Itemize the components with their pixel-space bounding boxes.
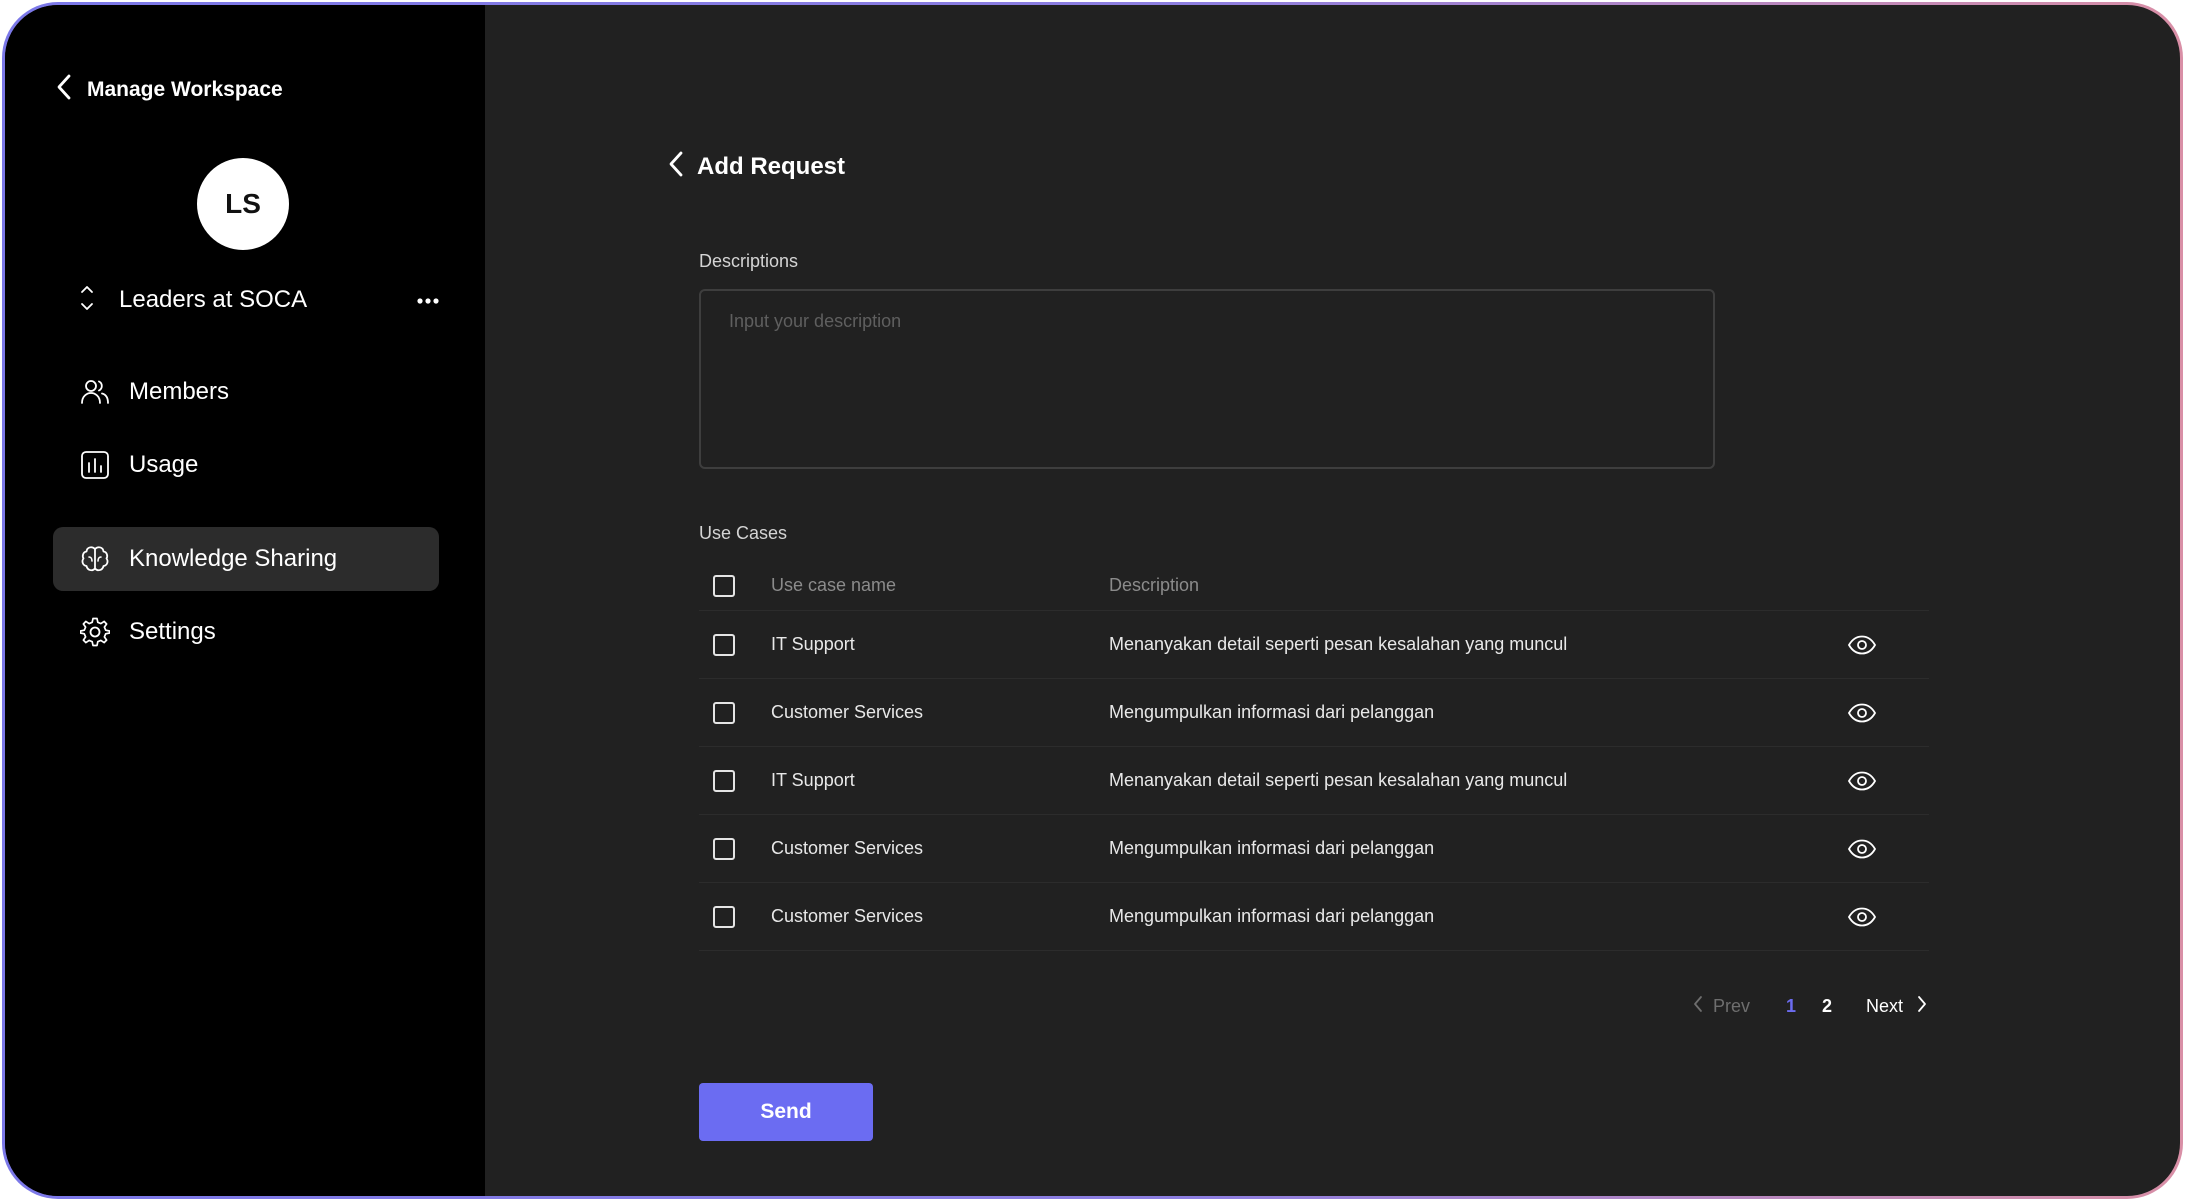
page-header: Add Request — [667, 149, 845, 184]
workspace-name: Leaders at SOCA — [119, 286, 308, 313]
use-case-name: Customer Services — [771, 702, 924, 722]
chevron-up-down-icon — [79, 283, 95, 318]
eye-icon[interactable] — [1847, 839, 1877, 859]
next-label: Next — [1866, 996, 1904, 1016]
workspace-switcher[interactable]: Leaders at SOCA — [79, 279, 439, 321]
row-checkbox[interactable] — [713, 633, 735, 656]
row-checkbox[interactable] — [713, 769, 735, 792]
row-checkbox[interactable] — [713, 701, 735, 724]
usage-icon — [79, 449, 111, 481]
sidebar-title: Manage Workspace — [87, 77, 283, 101]
row-checkbox[interactable] — [713, 905, 735, 928]
column-header-name: Use case name — [771, 575, 897, 595]
sidebar: Manage Workspace LS Leaders at SOCA Memb… — [5, 5, 485, 1196]
main-content: Add Request Descriptions Use Cases Use c… — [485, 5, 2180, 1196]
brain-icon — [79, 543, 111, 575]
eye-icon[interactable] — [1847, 635, 1877, 655]
next-page-button[interactable]: Next — [1866, 995, 1927, 1018]
sidebar-item-label: Usage — [129, 451, 199, 478]
table-row: Customer Services Mengumpulkan informasi… — [699, 883, 1929, 951]
table-row: Customer Services Mengumpulkan informasi… — [699, 679, 1929, 747]
use-case-name: IT Support — [771, 770, 855, 790]
manage-workspace-back[interactable]: Manage Workspace — [55, 73, 283, 106]
use-case-description: Mengumpulkan informasi dari pelanggan — [1109, 702, 1435, 722]
page-number-1[interactable]: 1 — [1786, 996, 1796, 1017]
sidebar-item-settings[interactable]: Settings — [53, 600, 439, 664]
pagination: Prev 1 2 Next — [1693, 995, 1927, 1018]
row-checkbox[interactable] — [713, 837, 735, 860]
gear-icon — [79, 616, 111, 648]
table-row: IT Support Menanyakan detail seperti pes… — [699, 611, 1929, 679]
select-all-checkbox[interactable] — [713, 575, 735, 597]
back-chevron-icon[interactable] — [667, 149, 685, 184]
chevron-left-icon — [55, 73, 73, 106]
use-case-description: Mengumpulkan informasi dari pelanggan — [1109, 906, 1435, 926]
sidebar-item-usage[interactable]: Usage — [53, 433, 439, 497]
sidebar-item-label: Settings — [129, 618, 216, 645]
avatar: LS — [197, 158, 289, 250]
sidebar-item-label: Knowledge Sharing — [129, 545, 338, 572]
sidebar-item-label: Members — [129, 378, 230, 405]
use-cases-table: Use case name Description IT Support Men… — [699, 561, 1929, 951]
column-header-description: Description — [1109, 575, 1200, 595]
app-screen: Manage Workspace LS Leaders at SOCA Memb… — [5, 5, 2180, 1196]
use-case-description: Menanyakan detail seperti pesan kesalaha… — [1109, 634, 1568, 654]
table-row: Customer Services Mengumpulkan informasi… — [699, 815, 1929, 883]
use-cases-label: Use Cases — [699, 523, 788, 543]
page-number-2[interactable]: 2 — [1822, 996, 1832, 1017]
chevron-left-icon — [1693, 995, 1703, 1018]
chevron-right-icon — [1917, 995, 1927, 1018]
device-frame: Manage Workspace LS Leaders at SOCA Memb… — [2, 2, 2183, 1199]
use-case-description: Menanyakan detail seperti pesan kesalaha… — [1109, 770, 1568, 790]
eye-icon[interactable] — [1847, 703, 1877, 723]
prev-label: Prev — [1713, 996, 1751, 1016]
use-case-name: Customer Services — [771, 906, 924, 926]
send-button[interactable]: Send — [699, 1083, 873, 1141]
use-case-description: Mengumpulkan informasi dari pelanggan — [1109, 838, 1435, 858]
eye-icon[interactable] — [1847, 771, 1877, 791]
table-header-row: Use case name Description — [699, 561, 1929, 611]
use-case-name: Customer Services — [771, 838, 924, 858]
members-icon — [79, 376, 111, 408]
page-title: Add Request — [697, 152, 846, 180]
more-options-icon[interactable] — [417, 287, 439, 316]
prev-page-button[interactable]: Prev — [1693, 995, 1750, 1018]
descriptions-input[interactable] — [699, 289, 1715, 469]
table-row: IT Support Menanyakan detail seperti pes… — [699, 747, 1929, 815]
use-case-name: IT Support — [771, 634, 855, 654]
sidebar-item-members[interactable]: Members — [53, 360, 439, 424]
eye-icon[interactable] — [1847, 907, 1877, 927]
sidebar-item-knowledge-sharing[interactable]: Knowledge Sharing — [53, 527, 439, 591]
descriptions-label: Descriptions — [699, 251, 799, 271]
